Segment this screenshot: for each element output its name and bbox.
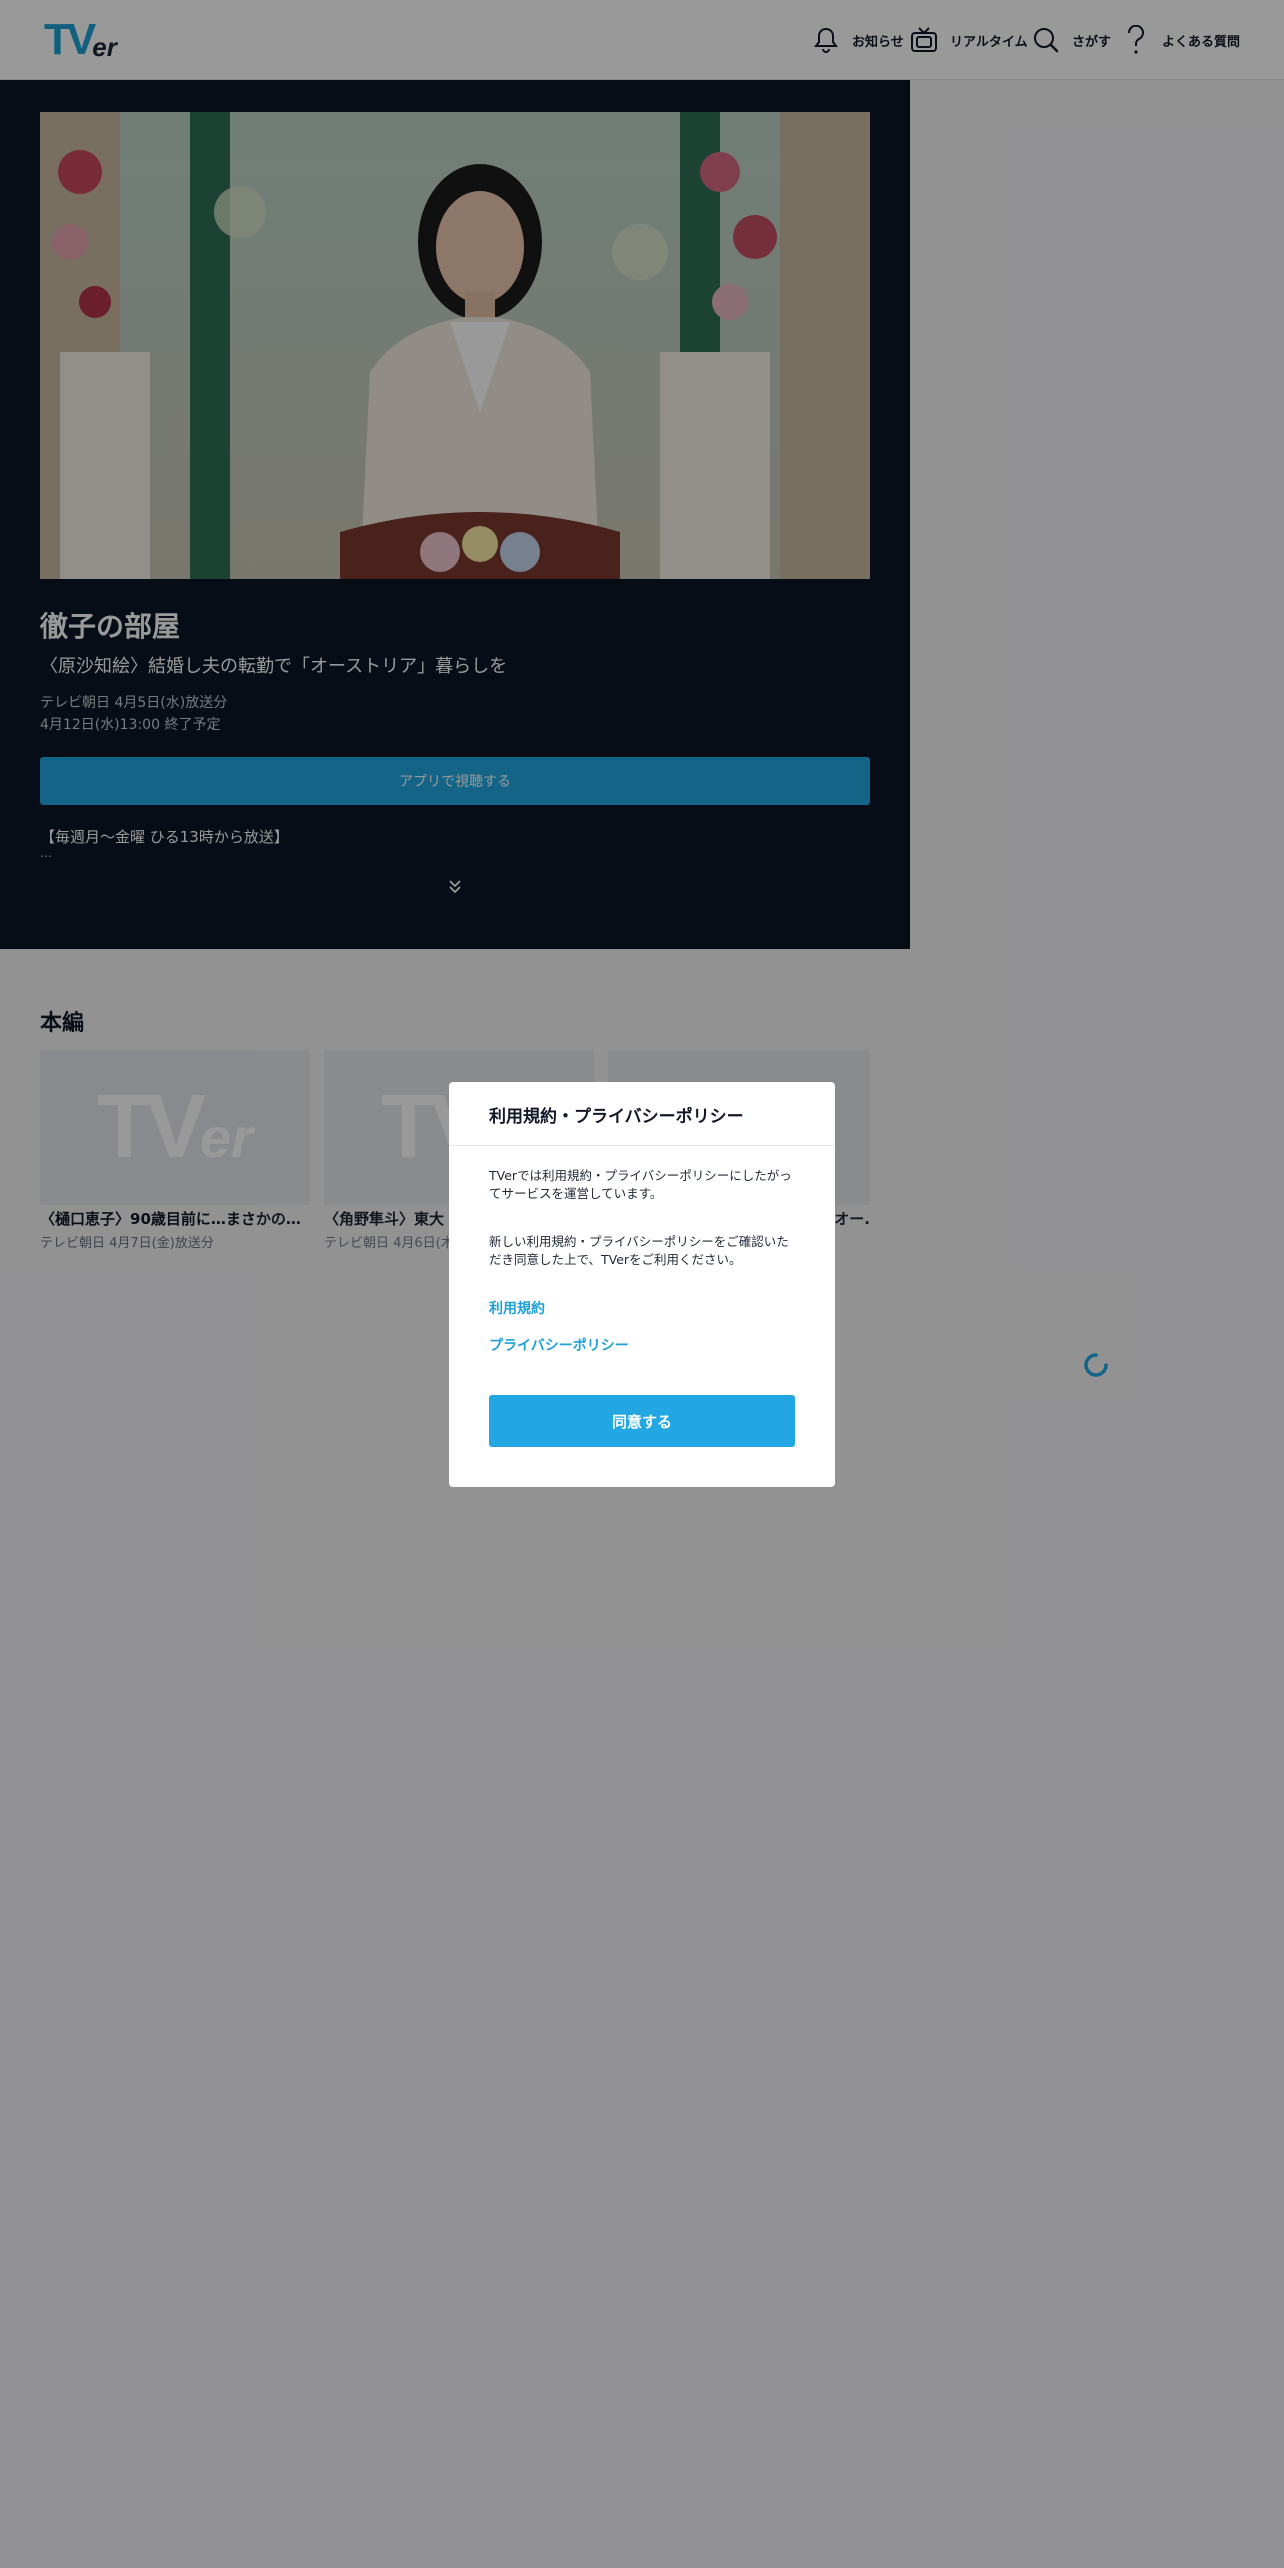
- dialog-paragraph-2: 新しい利用規約・プライバシーポリシーをご確認いただき同意した上で、TVerをご利…: [489, 1234, 789, 1267]
- agree-button[interactable]: 同意する: [489, 1395, 795, 1447]
- dialog-divider: [449, 1145, 835, 1146]
- dialog-paragraph-1: TVerでは利用規約・プライバシーポリシーにしたがってサービスを運営しています。: [489, 1168, 792, 1201]
- terms-consent-dialog: 利用規約・プライバシーポリシー TVerでは利用規約・プライバシーポリシーにした…: [449, 1082, 835, 1487]
- dialog-title: 利用規約・プライバシーポリシー: [489, 1107, 744, 1127]
- terms-of-use-link[interactable]: 利用規約: [489, 1298, 545, 1318]
- privacy-policy-link[interactable]: プライバシーポリシー: [489, 1335, 629, 1355]
